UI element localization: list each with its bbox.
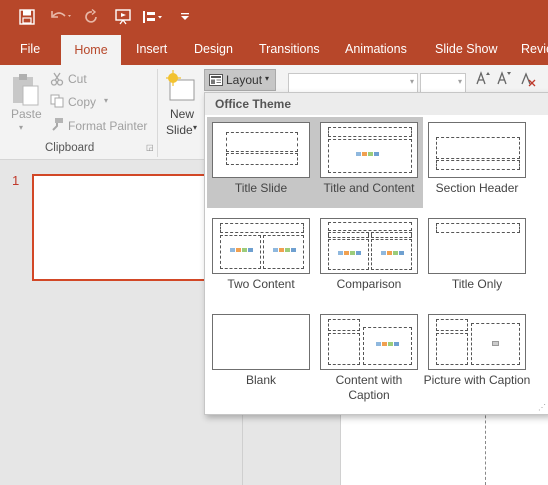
cut-button[interactable]: Cut	[68, 72, 87, 86]
clipboard-group-label: Clipboard	[45, 142, 95, 154]
content-icons	[356, 152, 379, 156]
layout-preview	[428, 122, 526, 178]
font-name-dropdown-arrow[interactable]: ▾	[410, 77, 414, 86]
tab-insert[interactable]: Insert	[136, 34, 167, 65]
font-size-dropdown-arrow[interactable]: ▾	[458, 77, 462, 86]
paste-dropdown-arrow[interactable]: ▾	[19, 123, 23, 132]
tab-animations[interactable]: Animations	[345, 34, 407, 65]
content-icons	[273, 248, 296, 252]
copy-icon	[50, 94, 64, 108]
decrease-font-icon[interactable]	[497, 71, 511, 85]
layout-picture-with-caption[interactable]: Picture with Caption	[423, 309, 531, 400]
paste-icon[interactable]	[10, 73, 40, 107]
layout-name: Blank	[245, 373, 277, 387]
tab-slide-show[interactable]: Slide Show	[435, 34, 498, 65]
increase-font-icon[interactable]	[476, 71, 490, 85]
layout-preview	[320, 122, 418, 178]
tab-file[interactable]: File	[20, 34, 40, 65]
layout-section-header[interactable]: Section Header	[423, 117, 531, 208]
new-slide-button-line2[interactable]: Slide	[166, 123, 193, 137]
layout-comparison[interactable]: Comparison	[315, 213, 423, 304]
layout-name: Title and Content	[323, 181, 415, 195]
slide-number: 1	[12, 173, 20, 188]
layout-icon	[209, 74, 223, 86]
layout-preview	[320, 218, 418, 274]
clear-formatting-icon[interactable]	[520, 71, 536, 87]
new-slide-button[interactable]: New	[170, 107, 194, 121]
paste-button[interactable]: Paste	[11, 107, 42, 121]
group-separator	[157, 69, 158, 157]
layout-title-only[interactable]: Title Only	[423, 213, 531, 304]
layout-blank[interactable]: Blank	[207, 309, 315, 400]
start-from-beginning-icon[interactable]	[112, 6, 134, 28]
section-icon[interactable]	[140, 6, 166, 28]
layout-title-slide[interactable]: Title Slide	[207, 117, 315, 208]
layout-preview	[212, 122, 310, 178]
layout-preview	[212, 218, 310, 274]
layout-name: Two Content	[227, 277, 295, 291]
redo-icon[interactable]	[82, 6, 102, 28]
tab-home[interactable]: Home	[61, 35, 121, 65]
layout-title-and-content[interactable]: Title and Content	[315, 117, 423, 208]
undo-icon[interactable]	[48, 6, 74, 28]
clipboard-dialog-launcher[interactable]: ◲	[146, 143, 154, 152]
format-painter-icon	[50, 117, 64, 131]
layout-dropdown-arrow: ▾	[265, 74, 270, 83]
title-bar	[0, 0, 548, 34]
layout-preview	[212, 314, 310, 370]
content-icons	[338, 251, 361, 255]
layout-button[interactable]: Layout ▾	[204, 69, 276, 91]
content-icons	[376, 342, 399, 346]
picture-icon	[492, 341, 499, 346]
tab-review[interactable]: Revie	[521, 34, 548, 65]
layout-content-with-caption[interactable]: Content with Caption	[315, 309, 423, 402]
new-slide-dropdown-arrow[interactable]: ▾	[193, 123, 197, 132]
layout-label: Layout	[226, 73, 263, 87]
layout-name: Title Only	[451, 277, 503, 291]
copy-button[interactable]: Copy	[68, 95, 96, 109]
cut-icon	[50, 72, 64, 86]
layout-name: Section Header	[435, 181, 519, 195]
layout-gallery: Office Theme Title Slide Title and Conte…	[204, 92, 548, 415]
layout-name: Picture with Caption	[423, 373, 531, 387]
format-painter-button[interactable]: Format Painter	[68, 119, 147, 133]
slide-thumbnail[interactable]	[32, 174, 212, 281]
content-icons	[381, 251, 404, 255]
font-name-box[interactable]	[288, 73, 418, 93]
ribbon-tabs: File Home Insert Design Transitions Anim…	[0, 34, 548, 65]
save-icon[interactable]	[16, 6, 38, 28]
layout-name: Title Slide	[234, 181, 288, 195]
content-icons	[230, 248, 253, 252]
tab-transitions[interactable]: Transitions	[259, 34, 320, 65]
gallery-title: Office Theme	[205, 93, 548, 115]
layout-name: Comparison	[336, 277, 402, 291]
new-slide-icon[interactable]	[165, 70, 196, 104]
resize-grip-icon[interactable]: ⋰	[538, 403, 546, 412]
tab-design[interactable]: Design	[194, 34, 233, 65]
layout-preview	[428, 314, 526, 370]
copy-dropdown-arrow[interactable]: ▾	[104, 96, 108, 105]
layout-name: Content with Caption	[335, 373, 403, 402]
customize-qat-icon[interactable]	[178, 6, 192, 28]
layout-preview	[320, 314, 418, 370]
layout-two-content[interactable]: Two Content	[207, 213, 315, 304]
layout-preview	[428, 218, 526, 274]
